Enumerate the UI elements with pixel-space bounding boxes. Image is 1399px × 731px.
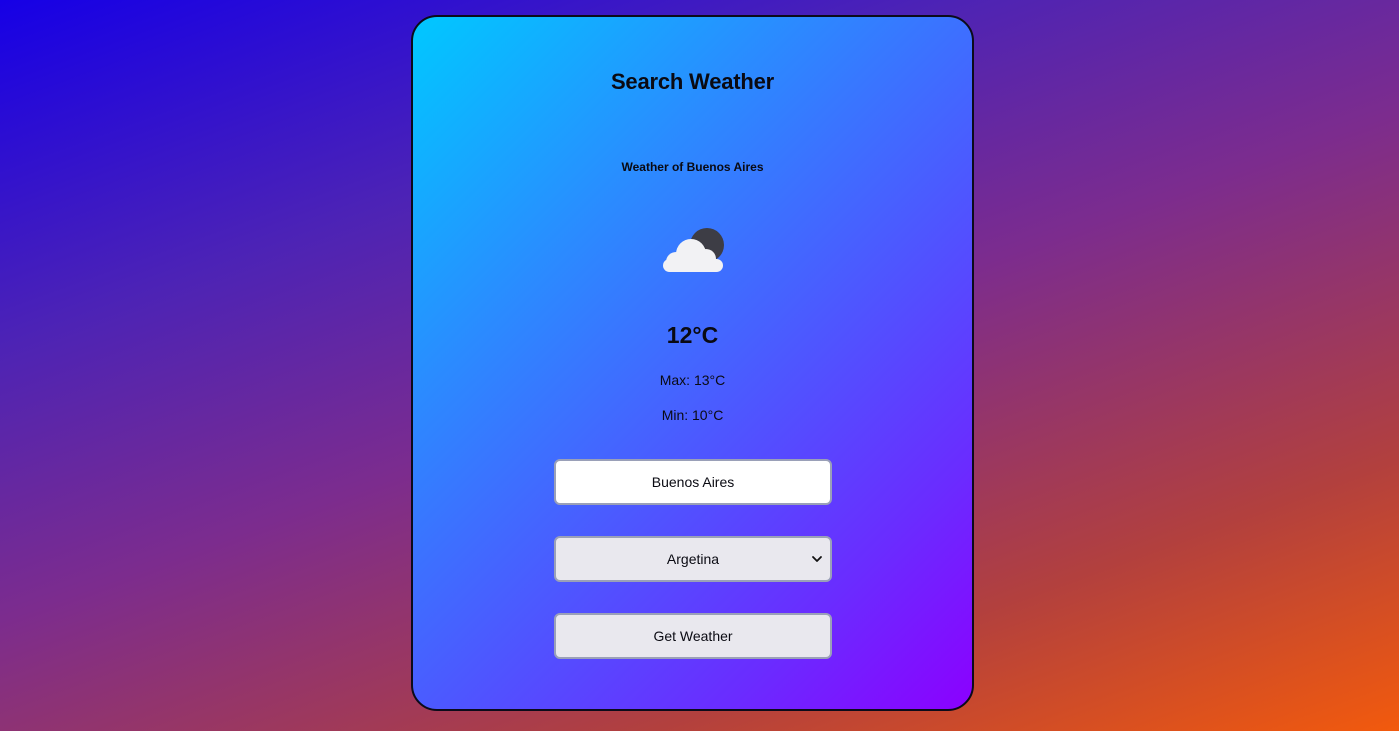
country-select-value: Argetina [666, 551, 720, 567]
current-temperature: 12°C [666, 322, 719, 348]
location-heading: Weather of Buenos Aires [621, 160, 764, 174]
page-title: Search Weather [610, 69, 775, 94]
max-temperature: Max: 13°C [659, 372, 726, 388]
weather-card: Search Weather Weather of Buenos Aires 1… [411, 15, 974, 711]
cloud-moon-icon [659, 221, 729, 281]
city-input[interactable] [554, 459, 832, 505]
chevron-down-icon [810, 552, 824, 566]
get-weather-button[interactable]: Get Weather [554, 613, 832, 659]
min-temperature: Min: 10°C [661, 407, 724, 423]
country-select[interactable]: Argetina [554, 536, 832, 582]
